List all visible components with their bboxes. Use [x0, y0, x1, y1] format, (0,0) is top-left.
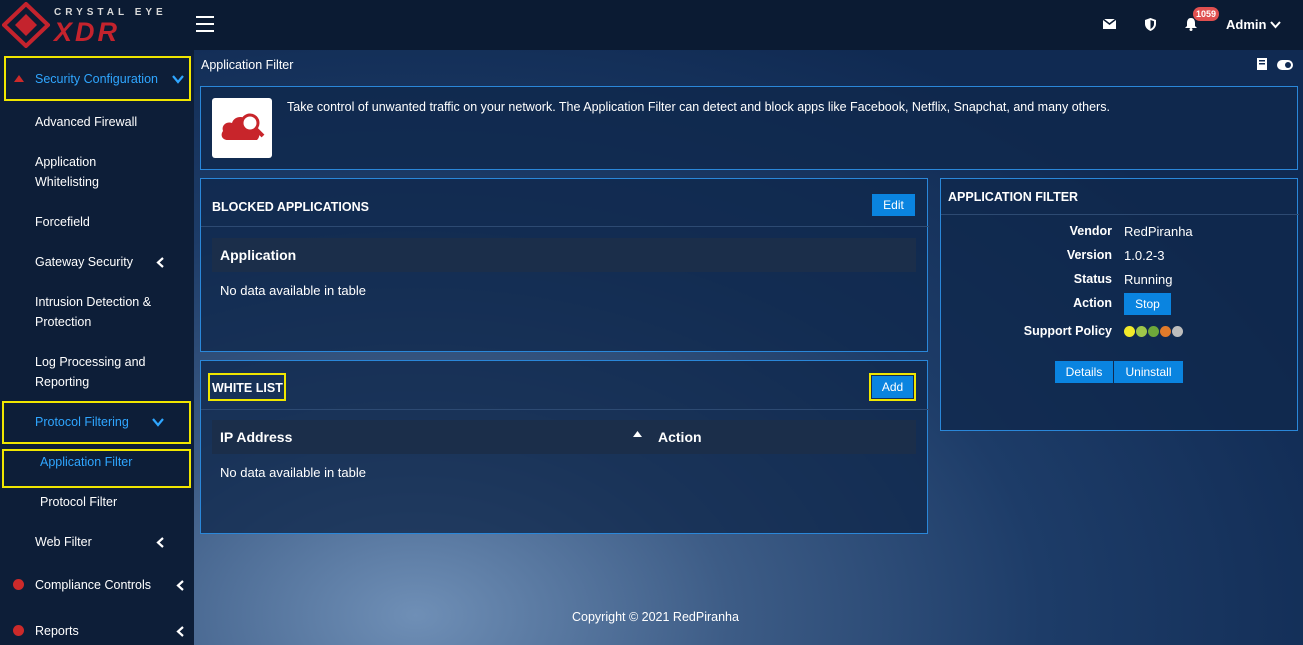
version-label: Version — [1066, 248, 1112, 262]
app-filter-logo — [212, 98, 272, 158]
details-button[interactable]: Details — [1055, 361, 1113, 383]
edit-button[interactable]: Edit — [872, 194, 915, 216]
info-title: APPLICATION FILTER — [948, 190, 1079, 204]
brand-logo[interactable]: CRYSTAL EYE XDR — [0, 0, 194, 50]
policy-dot-2 — [1136, 326, 1147, 337]
notification-badge: 1059 — [1193, 7, 1220, 21]
cloud-search-icon — [221, 113, 265, 140]
chevron-left-icon — [156, 257, 164, 268]
user-menu[interactable]: Admin — [1226, 17, 1281, 32]
toggle-icon[interactable] — [1277, 60, 1293, 70]
white-list-table-header: IP Address Action — [212, 420, 916, 454]
divider — [941, 214, 1299, 215]
blocked-applications-panel: BLOCKED APPLICATIONS Edit Application No… — [200, 178, 929, 352]
status-value: Running — [1124, 272, 1173, 287]
blocked-applications-title: BLOCKED APPLICATIONS — [212, 200, 369, 214]
policy-dot-4 — [1160, 326, 1171, 337]
page-title: Application Filter — [201, 58, 294, 72]
sort-asc-icon[interactable] — [633, 431, 642, 437]
column-action[interactable]: Action — [658, 429, 702, 445]
logo-title: XDR — [54, 17, 121, 47]
book-icon[interactable] — [1257, 58, 1268, 70]
chevron-down-icon — [172, 75, 184, 84]
sidebar: Security Configuration Advanced Firewall… — [0, 50, 194, 645]
top-bar: CRYSTAL EYE XDR 1059 Admin — [0, 0, 1303, 50]
uninstall-button[interactable]: Uninstall — [1114, 361, 1183, 383]
vendor-value: RedPiranha — [1124, 224, 1193, 239]
application-filter-info-panel: APPLICATION FILTER Vendor RedPiranha Ver… — [940, 178, 1299, 431]
chevron-down-icon — [1270, 21, 1281, 29]
support-policy-indicator — [1124, 325, 1184, 340]
intro-panel: Take control of unwanted traffic on your… — [200, 86, 1298, 170]
action-label: Action — [1073, 296, 1112, 310]
column-application[interactable]: Application — [220, 247, 296, 263]
footer-copyright: Copyright © 2021 RedPiranha — [572, 610, 739, 624]
title-actions — [1257, 58, 1293, 73]
policy-dot-3 — [1148, 326, 1159, 337]
chevron-down-icon — [152, 418, 164, 427]
white-list-panel: WHITE LIST Add IP Address Action No data… — [200, 360, 929, 534]
chevron-left-icon — [176, 626, 184, 637]
stop-button[interactable]: Stop — [1124, 293, 1171, 315]
vendor-label: Vendor — [1069, 224, 1112, 238]
bell-icon[interactable] — [1185, 18, 1197, 31]
chevron-left-icon — [176, 580, 184, 591]
compliance-dot-icon — [13, 579, 24, 590]
shield-icon[interactable] — [1145, 18, 1156, 31]
chevron-left-icon — [156, 537, 164, 548]
divider — [201, 409, 929, 410]
support-policy-label: Support Policy — [1023, 324, 1112, 338]
logo-mark-icon — [2, 2, 50, 48]
blocked-table-header: Application — [212, 238, 916, 272]
mail-icon[interactable] — [1103, 19, 1116, 29]
column-ip-address[interactable]: IP Address — [220, 429, 292, 445]
white-list-title: WHITE LIST — [212, 381, 283, 395]
status-label: Status — [1073, 272, 1112, 286]
caret-up-icon — [14, 75, 24, 82]
policy-dot-5 — [1172, 326, 1183, 337]
reports-dot-icon — [13, 625, 24, 636]
divider — [201, 226, 929, 227]
version-value: 1.0.2-3 — [1124, 248, 1165, 263]
menu-toggle-icon[interactable] — [196, 16, 214, 32]
add-button[interactable]: Add — [872, 376, 913, 398]
blocked-empty-message: No data available in table — [220, 283, 366, 298]
user-name: Admin — [1226, 17, 1267, 32]
white-list-empty-message: No data available in table — [220, 465, 366, 480]
intro-text: Take control of unwanted traffic on your… — [287, 100, 1110, 114]
main-content: Application Filter Take control of unwan… — [194, 50, 1303, 645]
policy-dot-1 — [1124, 326, 1135, 337]
